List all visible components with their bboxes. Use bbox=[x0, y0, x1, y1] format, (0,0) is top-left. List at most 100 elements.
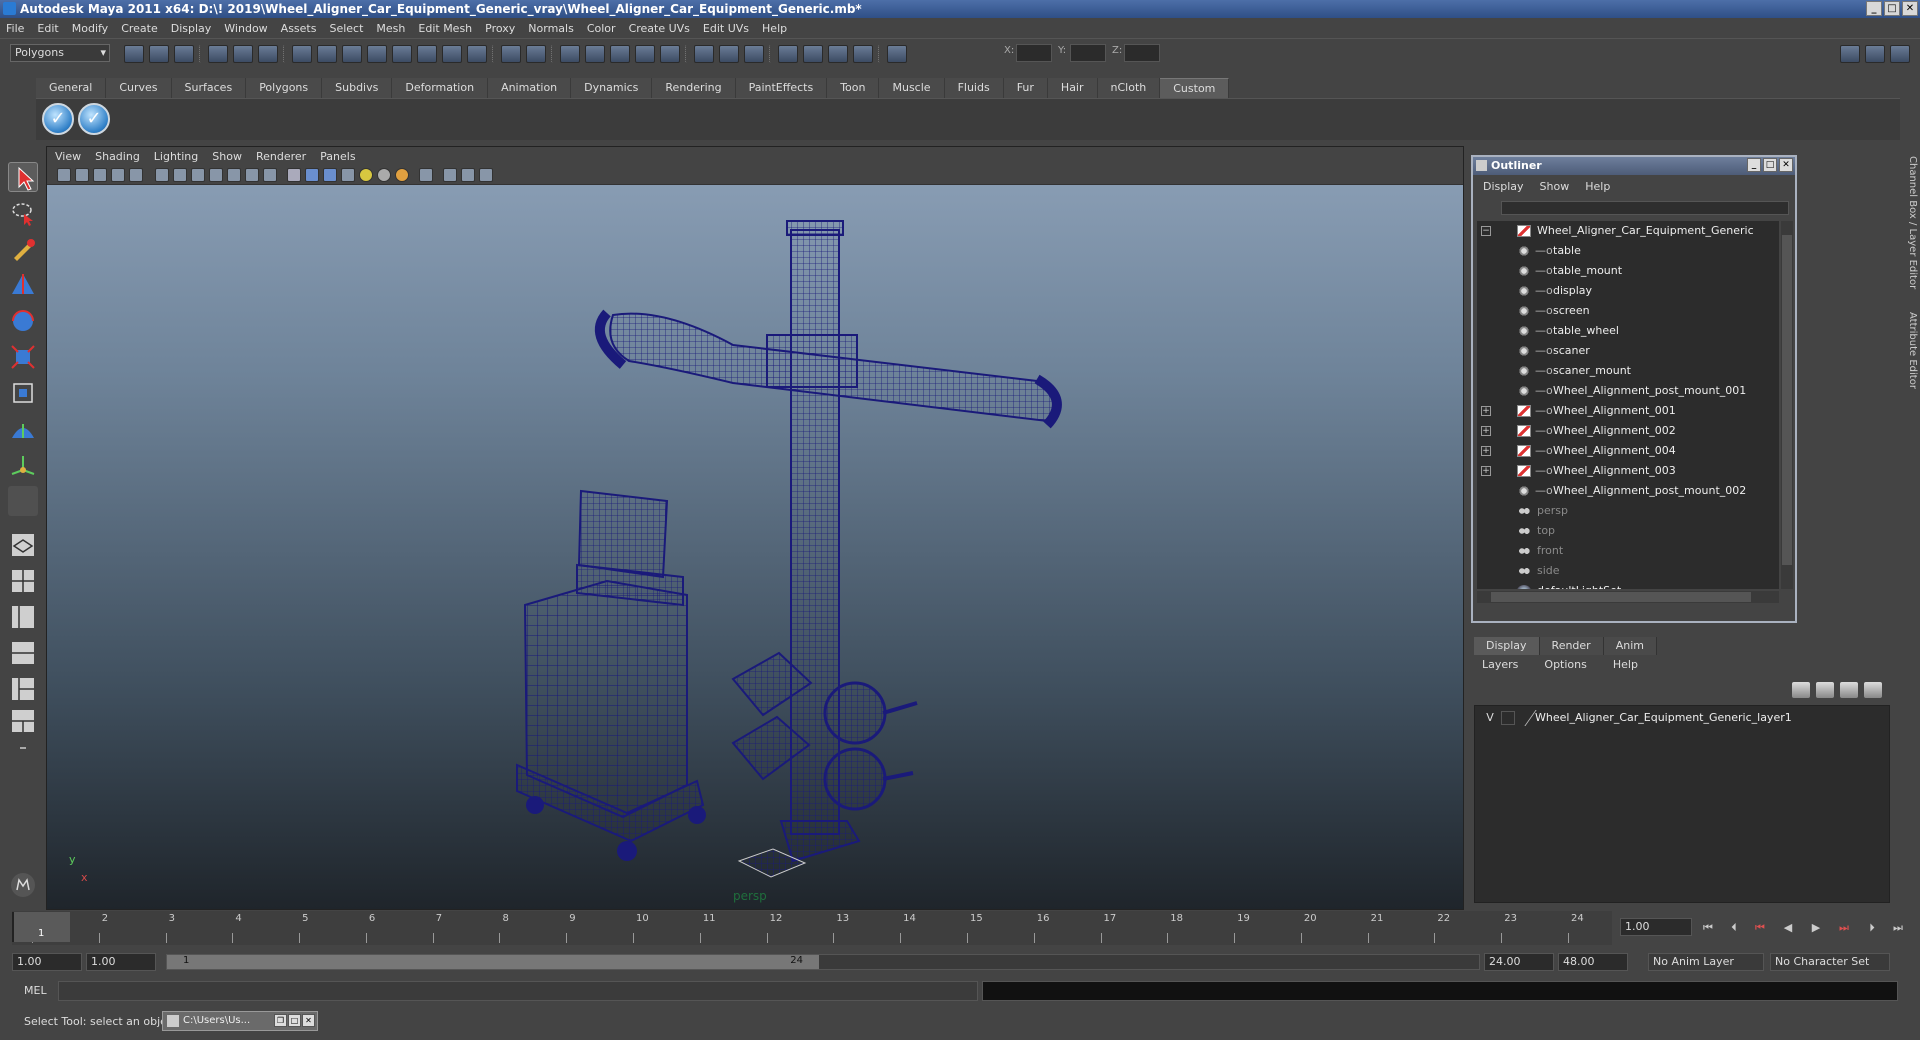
four-view-layout-icon[interactable] bbox=[8, 566, 38, 596]
expand-toggle-icon[interactable]: + bbox=[1481, 406, 1491, 416]
outliner-item[interactable]: defaultLightSet bbox=[1477, 581, 1779, 589]
input-ops-icon[interactable] bbox=[694, 45, 714, 63]
layout-options-icon[interactable] bbox=[8, 740, 38, 756]
shelf-tab-fur[interactable]: Fur bbox=[1003, 78, 1048, 98]
menu-assets[interactable]: Assets bbox=[281, 22, 317, 35]
maximize-button[interactable]: □ bbox=[288, 1014, 301, 1027]
go-to-start-icon[interactable]: ⏮ bbox=[1700, 921, 1716, 935]
current-time-field[interactable]: 1.00 bbox=[1620, 918, 1692, 936]
panel-menu-renderer[interactable]: Renderer bbox=[256, 150, 306, 163]
lock-selection-icon[interactable] bbox=[501, 45, 521, 63]
show-attribute-editor-icon[interactable] bbox=[1840, 45, 1860, 63]
highlight-selection-icon[interactable] bbox=[526, 45, 546, 63]
panel-menu-view[interactable]: View bbox=[55, 150, 81, 163]
outliner-item[interactable]: + —o Wheel_Alignment_003 bbox=[1477, 461, 1779, 481]
layer-menu-help[interactable]: Help bbox=[1605, 658, 1638, 671]
character-set-dropdown[interactable]: No Character Set bbox=[1770, 953, 1890, 971]
make-live-icon[interactable] bbox=[660, 45, 680, 63]
menu-create[interactable]: Create bbox=[121, 22, 158, 35]
shelf-tab-deformation[interactable]: Deformation bbox=[392, 78, 489, 98]
xray-joints-icon[interactable] bbox=[461, 168, 475, 182]
shelf-tab-hair[interactable]: Hair bbox=[1047, 78, 1098, 98]
expand-toggle-icon[interactable]: + bbox=[1481, 466, 1491, 476]
field-chart-icon[interactable] bbox=[227, 168, 241, 182]
select-rendering-icon[interactable] bbox=[442, 45, 462, 63]
outliner-item[interactable]: —o scaner bbox=[1477, 341, 1779, 361]
outliner-item[interactable]: + —o Wheel_Alignment_001 bbox=[1477, 401, 1779, 421]
x-field[interactable] bbox=[1016, 44, 1052, 62]
shelf-tab-animation[interactable]: Animation bbox=[488, 78, 572, 98]
playback-start-field[interactable]: 1.00 bbox=[86, 953, 156, 971]
minimized-window-button[interactable]: C:\Users\Us... ❐ □ ✕ bbox=[162, 1011, 318, 1031]
safe-title-icon[interactable] bbox=[263, 168, 277, 182]
outliner-title-bar[interactable]: Outliner _ □ ✕ bbox=[1473, 157, 1795, 175]
menu-proxy[interactable]: Proxy bbox=[485, 22, 515, 35]
grid-icon[interactable] bbox=[155, 168, 169, 182]
shelf-tab-polygons[interactable]: Polygons bbox=[246, 78, 323, 98]
select-by-component-icon[interactable] bbox=[258, 45, 278, 63]
safe-action-icon[interactable] bbox=[245, 168, 259, 182]
select-surfaces-icon[interactable] bbox=[367, 45, 387, 63]
snap-to-grids-icon[interactable] bbox=[560, 45, 580, 63]
all-lights-icon[interactable] bbox=[377, 168, 391, 182]
menu-modify[interactable]: Modify bbox=[72, 22, 108, 35]
panel-menu-lighting[interactable]: Lighting bbox=[154, 150, 198, 163]
shelf-tab-painteffects[interactable]: PaintEffects bbox=[735, 78, 828, 98]
input-field-mode-icon[interactable] bbox=[887, 45, 907, 63]
channel-box-tab[interactable]: Channel Box / Layer Editor bbox=[1902, 156, 1918, 289]
outliner-item[interactable]: − Wheel_Aligner_Car_Equipment_Generic bbox=[1477, 221, 1779, 241]
wireframe-on-shaded-icon[interactable] bbox=[323, 168, 337, 182]
checkmark-shelf-button-2[interactable]: ✓ bbox=[78, 103, 110, 135]
current-time-marker[interactable]: 1 bbox=[12, 912, 70, 942]
snap-to-points-icon[interactable] bbox=[610, 45, 630, 63]
two-d-pan-zoom-icon[interactable] bbox=[129, 168, 143, 182]
open-scene-icon[interactable] bbox=[149, 45, 169, 63]
outliner-item[interactable]: —o table bbox=[1477, 241, 1779, 261]
menu-edit-mesh[interactable]: Edit Mesh bbox=[418, 22, 472, 35]
default-lighting-icon[interactable] bbox=[359, 168, 373, 182]
attribute-editor-tab[interactable]: Attribute Editor bbox=[1902, 312, 1918, 389]
soft-modification-icon[interactable] bbox=[8, 414, 38, 444]
layer-tab-anim[interactable]: Anim bbox=[1603, 637, 1657, 655]
layer-menu-layers[interactable]: Layers bbox=[1474, 658, 1518, 671]
select-camera-icon[interactable] bbox=[57, 168, 71, 182]
flat-lighting-icon[interactable] bbox=[395, 168, 409, 182]
outliner-horizontal-scrollbar[interactable] bbox=[1477, 591, 1779, 603]
maximize-button[interactable]: □ bbox=[1884, 1, 1900, 16]
menu-set-selector[interactable]: Polygons bbox=[10, 44, 110, 62]
bookmarks-icon[interactable] bbox=[93, 168, 107, 182]
shelf-tab-curves[interactable]: Curves bbox=[106, 78, 172, 98]
persp-graph-layout-icon[interactable] bbox=[8, 638, 38, 668]
menu-edit-uvs[interactable]: Edit UVs bbox=[703, 22, 749, 35]
play-forwards-icon[interactable]: ▶ bbox=[1808, 921, 1824, 935]
shelf-tab-surfaces[interactable]: Surfaces bbox=[171, 78, 247, 98]
select-tool-icon[interactable] bbox=[8, 162, 38, 192]
scale-tool-icon[interactable] bbox=[8, 342, 38, 372]
outliner-item[interactable]: + —o Wheel_Alignment_004 bbox=[1477, 441, 1779, 461]
menu-mesh[interactable]: Mesh bbox=[376, 22, 405, 35]
lasso-tool-icon[interactable] bbox=[8, 198, 38, 228]
outliner-menu-show[interactable]: Show bbox=[1540, 180, 1570, 193]
shelf-tab-rendering[interactable]: Rendering bbox=[652, 78, 736, 98]
menu-normals[interactable]: Normals bbox=[528, 22, 574, 35]
textured-icon[interactable] bbox=[341, 168, 355, 182]
mel-command-input[interactable] bbox=[58, 981, 978, 1001]
layer-display-type-toggle[interactable] bbox=[1501, 711, 1515, 725]
step-back-key-icon[interactable]: ⏮ bbox=[1752, 921, 1768, 935]
outliner-close-button[interactable]: ✕ bbox=[1779, 158, 1793, 172]
mel-label[interactable]: MEL bbox=[24, 984, 47, 997]
expand-toggle-icon[interactable]: − bbox=[1481, 226, 1491, 236]
shelf-tab-custom[interactable]: Custom bbox=[1160, 78, 1230, 98]
panel-menu-shading[interactable]: Shading bbox=[95, 150, 140, 163]
layer-color-swatch[interactable] bbox=[1513, 710, 1537, 726]
animation-end-field[interactable]: 48.00 bbox=[1558, 953, 1628, 971]
menu-select[interactable]: Select bbox=[329, 22, 363, 35]
time-slider[interactable]: 123456789101112131415161718192021222324 bbox=[12, 911, 1612, 945]
hypershade-layout-icon[interactable] bbox=[8, 674, 38, 704]
move-layer-up-icon[interactable] bbox=[1840, 682, 1858, 698]
camera-attributes-icon[interactable] bbox=[75, 168, 89, 182]
outliner-item[interactable]: —o display bbox=[1477, 281, 1779, 301]
layer-tab-render[interactable]: Render bbox=[1539, 637, 1604, 655]
select-misc-icon[interactable] bbox=[467, 45, 487, 63]
close-button[interactable]: ✕ bbox=[1902, 1, 1918, 16]
